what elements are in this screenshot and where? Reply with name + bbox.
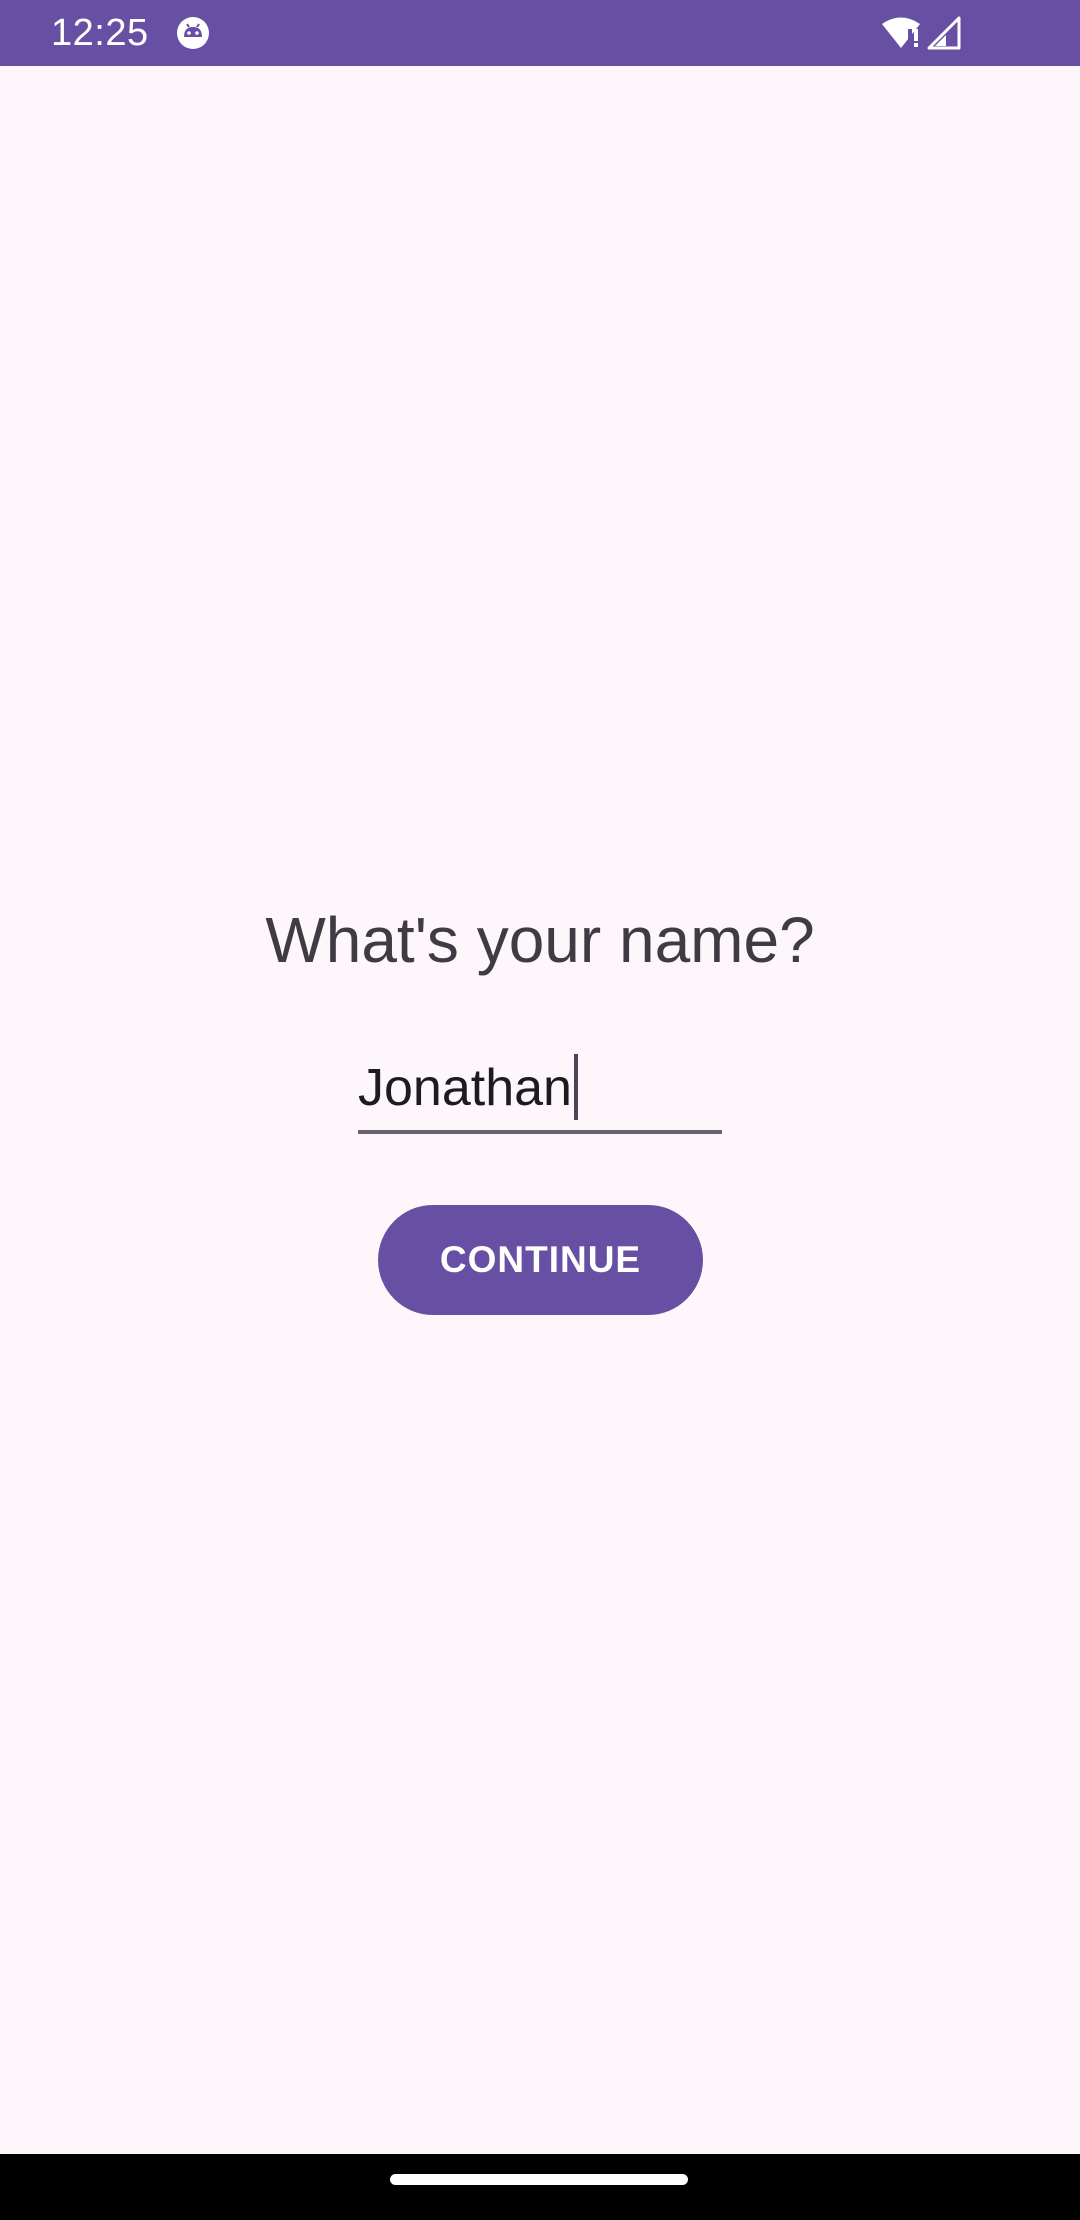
status-time: 12:25: [51, 12, 149, 54]
name-input-value[interactable]: Jonathan: [358, 1056, 572, 1130]
android-app-icon: [177, 17, 209, 49]
name-question: What's your name?: [265, 904, 815, 976]
signal-icon: [927, 16, 961, 50]
home-indicator[interactable]: [390, 2174, 688, 2185]
navigation-bar: [0, 2154, 1080, 2220]
status-bar: 12:25: [0, 0, 1080, 66]
name-input[interactable]: Jonathan: [358, 1046, 722, 1134]
text-cursor: [573, 1054, 578, 1120]
continue-button[interactable]: CONTINUE: [378, 1205, 703, 1315]
wifi-icon: [882, 17, 920, 48]
main-content: What's your name? Jonathan CONTINUE: [0, 66, 1080, 2154]
